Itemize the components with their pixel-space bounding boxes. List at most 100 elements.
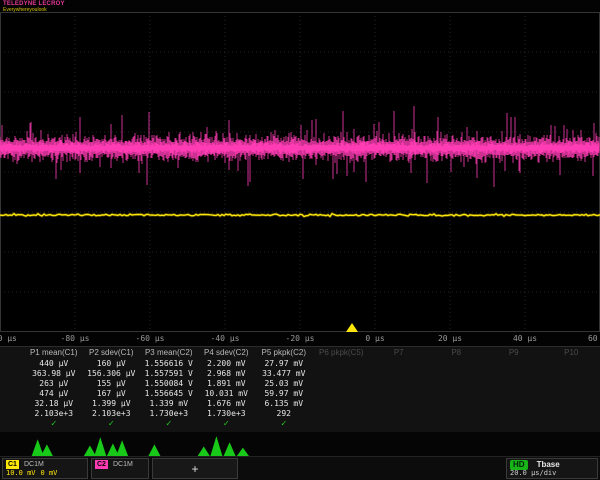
- measure-value-row: 440 µV160 µV1.556616 V2.200 mV27.97 mV: [0, 359, 600, 369]
- measure-value-cell: 1.730e+3: [198, 409, 256, 419]
- measure-status-row: ✓✓✓✓✓: [0, 419, 600, 429]
- measure-value-cell: [543, 369, 600, 379]
- measure-value-cell: [543, 359, 600, 369]
- c1-badge: C1: [6, 460, 19, 469]
- measure-value-cell: [313, 399, 371, 409]
- time-axis-label: -20 µs: [286, 334, 315, 343]
- measure-status-cell: ✓: [140, 419, 198, 429]
- histicon[interactable]: [25, 432, 83, 456]
- measure-value-cell: 1.399 µV: [83, 399, 141, 409]
- add-dialog-tab[interactable]: +: [152, 458, 238, 479]
- measure-value-cell: [370, 359, 428, 369]
- measure-param-header[interactable]: P4 sdev(C2): [198, 347, 256, 359]
- measure-param-header[interactable]: P8: [428, 347, 486, 359]
- measure-value-cell: [543, 379, 600, 389]
- c1-coupling-label: DC1M: [24, 460, 44, 469]
- measure-value-cell: [485, 369, 543, 379]
- measure-value-cell: 263 µV: [25, 379, 83, 389]
- measure-value-cell: 160 µV: [83, 359, 141, 369]
- time-axis-label: -40 µs: [211, 334, 240, 343]
- measure-header-row: P1 mean(C1)P2 sdev(C1)P3 mean(C2)P4 sdev…: [0, 347, 600, 359]
- histicon[interactable]: [198, 432, 256, 456]
- c2-badge: C2: [95, 460, 108, 469]
- measure-value-row: 363.98 µV156.306 µV1.557591 V2.968 mV33.…: [0, 369, 600, 379]
- measure-value-cell: [428, 389, 486, 399]
- hd-badge: HD: [510, 460, 528, 470]
- measure-value-cell: [370, 399, 428, 409]
- measure-value-cell: 167 µV: [83, 389, 141, 399]
- histicon[interactable]: [140, 432, 198, 456]
- measure-value-cell: 59.97 mV: [255, 389, 313, 399]
- measure-value-cell: [428, 359, 486, 369]
- measure-value-cell: 1.550084 V: [140, 379, 198, 389]
- measure-value-cell: 32.18 µV: [25, 399, 83, 409]
- measure-value-cell: [370, 379, 428, 389]
- brand-logo-line2: Everywhereyoulook: [3, 8, 65, 13]
- measure-value-cell: [485, 399, 543, 409]
- measure-value-cell: 2.103e+3: [83, 409, 141, 419]
- channel-descriptor-c1[interactable]: C1 DC1M 10.0 mV 0 mV: [2, 458, 88, 479]
- measure-value-cell: [313, 369, 371, 379]
- measure-value-cell: 1.557591 V: [140, 369, 198, 379]
- brand-logo: TELEDYNE LECROY Everywhereyoulook: [3, 1, 65, 13]
- measure-value-row: 32.18 µV1.399 µV1.339 mV1.676 mV6.135 mV: [0, 399, 600, 409]
- c1-vertical-offset: 0 mV: [41, 469, 58, 478]
- measure-value-cell: 474 µV: [25, 389, 83, 399]
- graticule[interactable]: [0, 12, 600, 332]
- time-axis-label: 40 µs: [513, 334, 537, 343]
- measure-param-header[interactable]: P7: [370, 347, 428, 359]
- channel-descriptor-c2[interactable]: C2 DC1M: [91, 458, 149, 479]
- measure-value-row: 474 µV167 µV1.556645 V10.031 mV59.97 mV: [0, 389, 600, 399]
- time-axis: -100 µs-80 µs-60 µs-40 µs-20 µs0 µs20 µs…: [0, 332, 600, 346]
- measure-status-cell: [543, 419, 600, 429]
- c1-vertical-scale: 10.0 mV: [6, 469, 36, 478]
- timebase-scale: 20.0 µs/div: [510, 469, 556, 478]
- measure-param-header[interactable]: P5 pkpk(C2): [255, 347, 313, 359]
- measure-param-header[interactable]: P1 mean(C1): [25, 347, 83, 359]
- measure-value-cell: 1.891 mV: [198, 379, 256, 389]
- measure-status-cell: ✓: [255, 419, 313, 429]
- timebase-descriptor[interactable]: HD Tbase 20.0 µs/div: [506, 458, 598, 479]
- waveform-display[interactable]: [0, 12, 600, 332]
- measure-value-cell: 25.03 mV: [255, 379, 313, 389]
- time-axis-label: 20 µs: [438, 334, 462, 343]
- measure-status-cell: [370, 419, 428, 429]
- measure-value-cell: [543, 389, 600, 399]
- time-axis-label: 0 µs: [365, 334, 384, 343]
- measure-value-cell: [485, 379, 543, 389]
- measure-value-cell: 6.135 mV: [255, 399, 313, 409]
- measure-value-cell: [313, 379, 371, 389]
- measurement-table: P1 mean(C1)P2 sdev(C1)P3 mean(C2)P4 sdev…: [0, 346, 600, 433]
- measure-value-cell: 27.97 mV: [255, 359, 313, 369]
- measure-status-cell: [428, 419, 486, 429]
- histicon-row: [0, 432, 600, 456]
- measure-value-cell: [485, 359, 543, 369]
- measure-status-cell: [313, 419, 371, 429]
- measure-value-cell: 363.98 µV: [25, 369, 83, 379]
- measure-param-header[interactable]: P3 mean(C2): [140, 347, 198, 359]
- time-axis-label: -80 µs: [61, 334, 90, 343]
- measure-value-cell: 292: [255, 409, 313, 419]
- trigger-position-marker[interactable]: [346, 323, 358, 332]
- measure-status-cell: [485, 419, 543, 429]
- measure-value-cell: 2.200 mV: [198, 359, 256, 369]
- measure-param-header[interactable]: P9: [485, 347, 543, 359]
- measure-value-cell: 1.730e+3: [140, 409, 198, 419]
- measure-value-cell: [370, 389, 428, 399]
- measure-value-cell: [313, 409, 371, 419]
- measure-value-cell: [543, 409, 600, 419]
- measure-value-cell: 440 µV: [25, 359, 83, 369]
- histicon[interactable]: [83, 432, 141, 456]
- measure-value-cell: [485, 389, 543, 399]
- measure-param-header[interactable]: P10: [543, 347, 600, 359]
- time-axis-label: 60 µs: [588, 334, 600, 343]
- measure-param-header[interactable]: P6 pkpk(C5): [313, 347, 371, 359]
- c2-coupling-label: DC1M: [113, 460, 133, 469]
- measure-status-cell: ✓: [83, 419, 141, 429]
- measure-value-row: 2.103e+32.103e+31.730e+31.730e+3292: [0, 409, 600, 419]
- measure-value-cell: 2.103e+3: [25, 409, 83, 419]
- measure-param-header[interactable]: P2 sdev(C1): [83, 347, 141, 359]
- measure-value-cell: [543, 399, 600, 409]
- measure-value-cell: [370, 369, 428, 379]
- measure-value-cell: 156.306 µV: [83, 369, 141, 379]
